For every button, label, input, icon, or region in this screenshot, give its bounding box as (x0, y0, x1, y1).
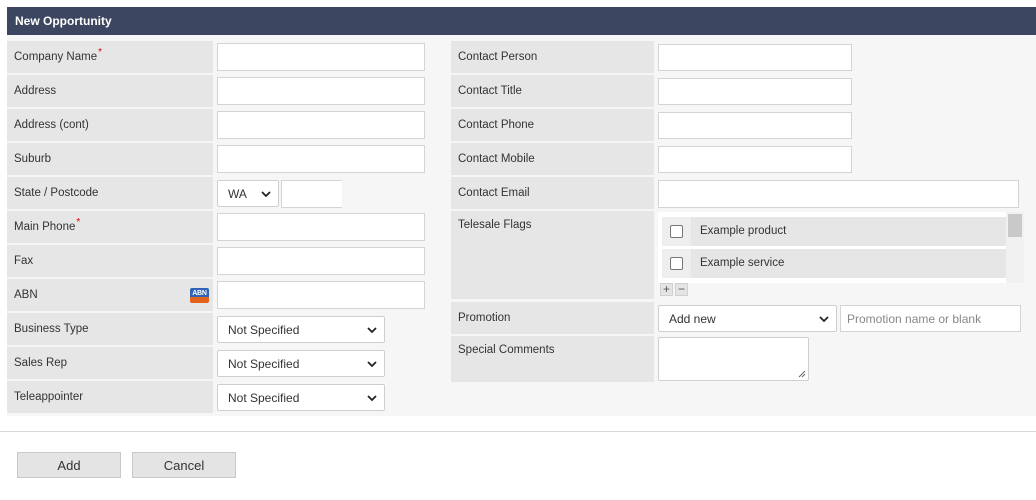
promotion-select[interactable]: Add new (658, 305, 837, 332)
flag-row-example-product[interactable]: Example product (662, 217, 1006, 246)
sales-rep-label: Sales Rep (7, 347, 213, 379)
abn-lookup-icon[interactable]: ABN (190, 288, 209, 303)
business-type-select-value: Not Specified (228, 322, 300, 337)
contact-mobile-label: Contact Mobile (451, 143, 654, 175)
business-type-select[interactable]: Not Specified (217, 316, 385, 343)
chevron-down-icon (261, 190, 271, 197)
address-label: Address (7, 75, 213, 107)
abn-label: ABN (7, 279, 213, 311)
contact-title-input[interactable] (658, 78, 852, 105)
address-cont-input[interactable] (217, 111, 425, 139)
flag-label: Example product (700, 225, 787, 237)
contact-person-label: Contact Person (451, 41, 654, 73)
required-marker: * (98, 46, 102, 58)
sales-rep-select-value: Not Specified (228, 356, 300, 371)
state-select-value: WA (228, 186, 247, 201)
resize-grip-icon[interactable] (798, 370, 806, 378)
teleappointer-select[interactable]: Not Specified (217, 384, 385, 411)
flag-checkbox-cell (662, 249, 691, 278)
sales-rep-select[interactable]: Not Specified (217, 350, 385, 377)
suburb-input[interactable] (217, 145, 425, 173)
address-cont-label: Address (cont) (7, 109, 213, 141)
remove-flag-button[interactable]: − (675, 283, 688, 296)
state-postcode-label: State / Postcode (7, 177, 213, 209)
main-phone-input[interactable] (217, 213, 425, 241)
contact-mobile-input[interactable] (658, 146, 852, 173)
promotion-label: Promotion (451, 302, 654, 334)
abn-input[interactable] (217, 281, 425, 309)
cancel-button[interactable]: Cancel (132, 452, 236, 478)
main-phone-label: Main Phone * (7, 211, 213, 243)
state-select[interactable]: WA (217, 180, 279, 207)
fax-label: Fax (7, 245, 213, 277)
promotion-name-input[interactable]: Promotion name or blank (840, 305, 1021, 332)
teleappointer-select-value: Not Specified (228, 390, 300, 405)
special-comments-label: Special Comments (451, 336, 654, 382)
contact-phone-input[interactable] (658, 112, 852, 139)
required-marker: * (76, 216, 81, 228)
special-comments-textarea[interactable] (658, 337, 809, 381)
dialog-title: New Opportunity (7, 7, 1036, 35)
flag-row-example-service[interactable]: Example service (662, 249, 1006, 278)
chevron-down-icon (367, 394, 377, 401)
postcode-input[interactable] (281, 180, 342, 208)
add-button[interactable]: Add (17, 452, 121, 478)
flags-scrollbar-thumb[interactable] (1008, 214, 1022, 237)
company-name-label: Company Name * (7, 41, 213, 73)
promotion-name-placeholder: Promotion name or blank (847, 311, 982, 326)
teleappointer-label: Teleappointer (7, 381, 213, 413)
flag-label: Example service (700, 257, 785, 269)
contact-email-label: Contact Email (451, 177, 654, 209)
contact-phone-label: Contact Phone (451, 109, 654, 141)
contact-email-input[interactable] (658, 180, 1019, 208)
footer-divider (0, 431, 1036, 432)
address-input[interactable] (217, 77, 425, 105)
company-name-input[interactable] (217, 43, 425, 71)
flag-checkbox-cell (662, 217, 691, 246)
promotion-select-value: Add new (669, 311, 716, 326)
fax-input[interactable] (217, 247, 425, 275)
company-name-label-text: Company Name (14, 51, 98, 63)
main-phone-label-text: Main Phone (14, 221, 76, 233)
contact-title-label: Contact Title (451, 75, 654, 107)
chevron-down-icon (819, 315, 829, 322)
suburb-label: Suburb (7, 143, 213, 175)
flag-checkbox[interactable] (670, 225, 683, 238)
flag-checkbox[interactable] (670, 257, 683, 270)
chevron-down-icon (367, 360, 377, 367)
chevron-down-icon (367, 326, 377, 333)
telesale-flags-label: Telesale Flags (451, 211, 654, 299)
add-flag-button[interactable]: + (660, 283, 673, 296)
business-type-label: Business Type (7, 313, 213, 345)
contact-person-input[interactable] (658, 44, 852, 71)
